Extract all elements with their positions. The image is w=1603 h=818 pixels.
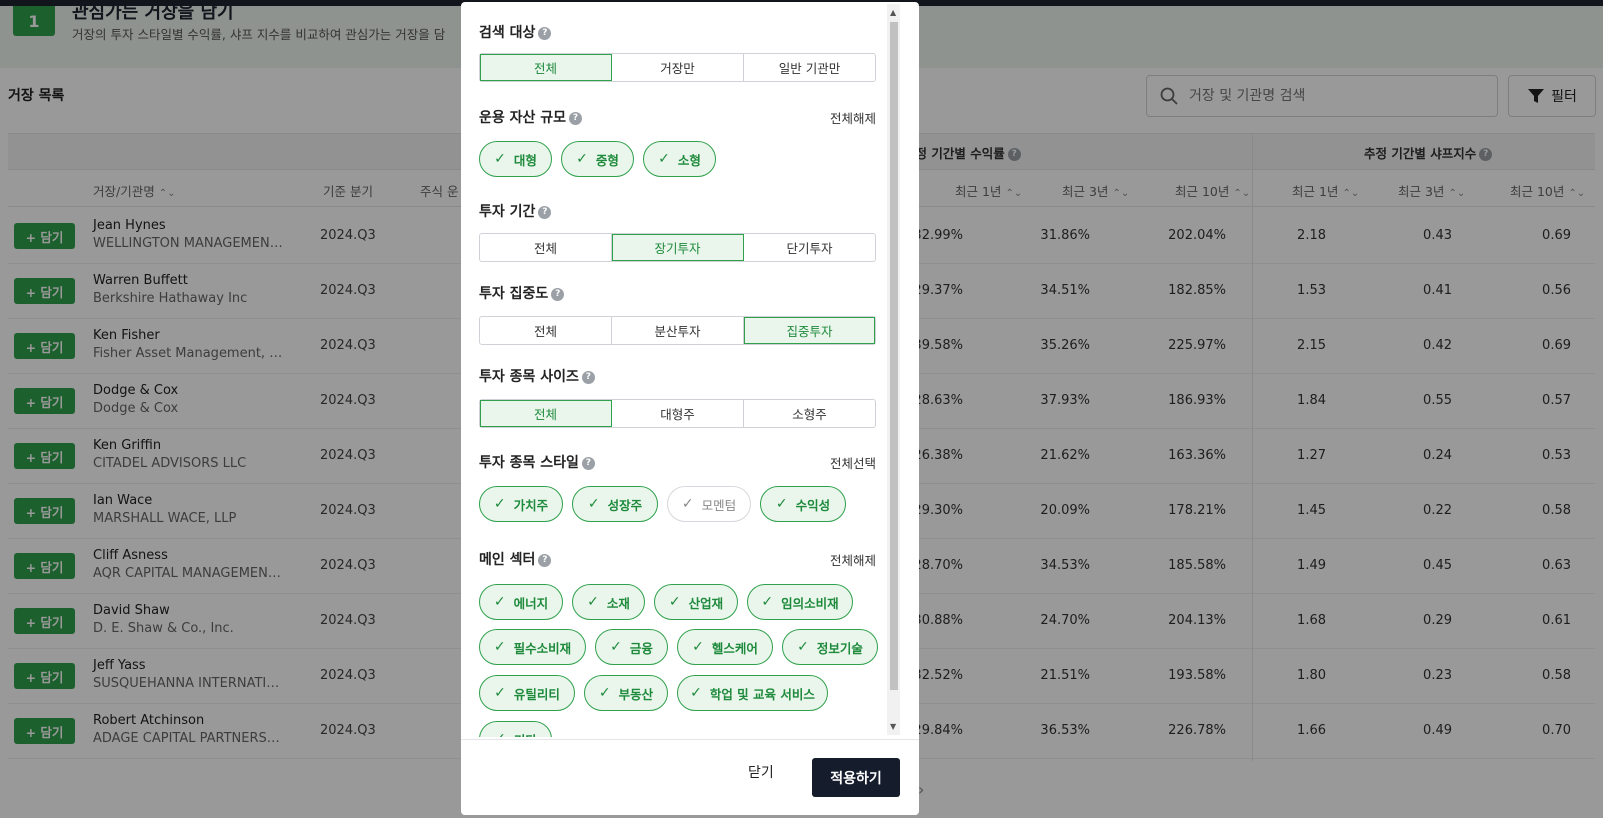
toggle-option[interactable]: 대형주 [612, 400, 744, 427]
check-icon: ✓ [494, 731, 506, 737]
chip-label: 임의소비재 [781, 595, 839, 611]
check-icon: ✓ [668, 594, 681, 610]
toggle-option[interactable]: 전체 [480, 234, 612, 261]
filter-chip[interactable]: ✓ 성장주 [572, 486, 658, 522]
check-icon: ✓ [610, 639, 622, 655]
aum-label: 운용 자산 규모? [479, 107, 583, 127]
filter-chip[interactable]: ✓ 부동산 [584, 675, 668, 711]
help-icon[interactable]: ? [538, 26, 552, 40]
concentration-toggle: 전체 분산투자 집중투자 [479, 316, 876, 345]
aum-clear-all[interactable]: 전체해제 [830, 108, 876, 127]
filter-chip[interactable]: ✓ 가치주 [479, 486, 563, 522]
help-icon[interactable]: ? [569, 111, 583, 125]
help-icon[interactable]: ? [538, 553, 552, 567]
filter-chip[interactable]: ✓ 대형 [479, 141, 552, 177]
chip-label: 대형 [513, 152, 537, 168]
toggle-option[interactable]: 분산투자 [612, 317, 744, 344]
chip-label: 헬스케어 [711, 640, 758, 656]
filter-modal: 검색 대상? 전체 거장만 일반 기관만 운용 자산 규모? 전체해제 ✓ 대형 ✓ 중형… [461, 2, 919, 815]
toggle-option[interactable]: 일반 기관만 [744, 54, 875, 81]
concentration-label: 투자 집중도? [479, 283, 565, 303]
filter-chip[interactable]: ✓ 필수소비재 [479, 629, 586, 665]
filter-chip[interactable]: ✓ 수익성 [760, 486, 846, 522]
chip-label: 수익성 [795, 497, 831, 513]
scrollbar-thumb[interactable] [890, 22, 898, 690]
chip-label: 소형 [677, 152, 701, 168]
period-label: 투자 기간? [479, 201, 552, 221]
help-icon[interactable]: ? [581, 370, 595, 384]
chip-label: 필수소비재 [513, 640, 572, 656]
help-icon[interactable]: ? [551, 287, 565, 301]
filter-chip[interactable]: ✓ 소재 [572, 584, 645, 620]
help-icon[interactable]: ? [581, 456, 595, 470]
toggle-option[interactable]: 전체 [480, 400, 612, 427]
check-icon: ✓ [493, 496, 506, 512]
chip-label: 유틸리티 [513, 686, 560, 702]
filter-chip[interactable]: ✓ 중형 [561, 141, 634, 177]
scroll-up-icon[interactable]: ▲ [890, 8, 896, 17]
filter-chip[interactable]: ✓ 임의소비재 [747, 584, 853, 620]
chip-label: 모멘텀 [701, 497, 737, 513]
apply-button[interactable]: 적용하기 [812, 758, 900, 797]
check-icon: ✓ [576, 151, 588, 167]
check-icon: ✓ [493, 639, 506, 655]
toggle-option[interactable]: 장기투자 [612, 234, 744, 261]
close-button[interactable]: 닫기 [748, 762, 774, 782]
check-icon: ✓ [493, 594, 506, 610]
check-icon: ✓ [598, 685, 611, 701]
search-target-toggle: 전체 거장만 일반 기관만 [479, 53, 876, 82]
toggle-option[interactable]: 전체 [480, 54, 612, 81]
check-icon: ✓ [587, 594, 599, 610]
toggle-option[interactable]: 집중투자 [744, 317, 875, 344]
style-select-all[interactable]: 전체선택 [830, 453, 876, 472]
filter-chip[interactable]: ✓ 산업재 [654, 584, 738, 620]
chip-label: 성장주 [607, 497, 643, 513]
check-icon: ✓ [761, 594, 774, 610]
toggle-option[interactable]: 전체 [480, 317, 612, 344]
size-toggle: 전체 대형주 소형주 [479, 399, 876, 428]
filter-chip[interactable]: ✓ 학업 및 교육 서비스 [677, 675, 828, 711]
chip-label: 부동산 [618, 686, 654, 702]
check-icon: ✓ [775, 496, 788, 512]
help-icon[interactable]: ? [538, 205, 552, 219]
scroll-down-icon[interactable]: ▼ [890, 722, 896, 731]
check-icon: ✓ [681, 496, 694, 512]
chip-label: 학업 및 교육 서비스 [709, 686, 815, 702]
filter-chip[interactable]: ✓ 에너지 [479, 584, 563, 620]
chip-label: 정보기술 [816, 640, 863, 656]
check-icon: ✓ [494, 685, 506, 701]
chip-label: 금융 [629, 640, 653, 656]
check-icon: ✓ [587, 496, 600, 512]
filter-chip[interactable]: ✓ 기타 [479, 721, 552, 737]
filter-chip[interactable]: ✓ 유틸리티 [479, 675, 575, 711]
filter-chip[interactable]: ✓ 모멘텀 [667, 486, 751, 522]
chip-label: 에너지 [513, 595, 549, 611]
check-icon: ✓ [658, 151, 670, 167]
chip-label: 산업재 [688, 595, 724, 611]
chip-label: 기타 [514, 730, 537, 738]
sector-clear-all[interactable]: 전체해제 [830, 550, 876, 569]
toggle-option[interactable]: 단기투자 [744, 234, 875, 261]
check-icon: ✓ [494, 151, 506, 167]
search-target-label: 검색 대상? [479, 22, 552, 42]
toggle-option[interactable]: 소형주 [744, 400, 875, 427]
filter-modal-footer: 닫기 적용하기 [461, 739, 919, 815]
check-icon: ✓ [797, 639, 809, 655]
chip-label: 가치주 [513, 497, 549, 513]
period-toggle: 전체 장기투자 단기투자 [479, 233, 876, 262]
chip-label: 소재 [606, 595, 630, 611]
size-label: 투자 종목 사이즈? [479, 366, 595, 386]
filter-modal-body: 검색 대상? 전체 거장만 일반 기관만 운용 자산 규모? 전체해제 ✓ 대형 ✓ 중형… [461, 2, 900, 737]
filter-chip[interactable]: ✓ 소형 [643, 141, 716, 177]
chip-label: 중형 [595, 152, 619, 168]
filter-chip[interactable]: ✓ 헬스케어 [677, 629, 773, 665]
sector-label: 메인 섹터? [479, 549, 552, 569]
toggle-option[interactable]: 거장만 [612, 54, 744, 81]
filter-chip[interactable]: ✓ 정보기술 [782, 629, 878, 665]
style-label: 투자 종목 스타일? [479, 452, 595, 472]
filter-chip[interactable]: ✓ 금융 [595, 629, 668, 665]
check-icon: ✓ [692, 639, 704, 655]
modal-scrollbar[interactable]: ▲ ▼ [887, 4, 900, 735]
check-icon: ✓ [690, 685, 702, 701]
